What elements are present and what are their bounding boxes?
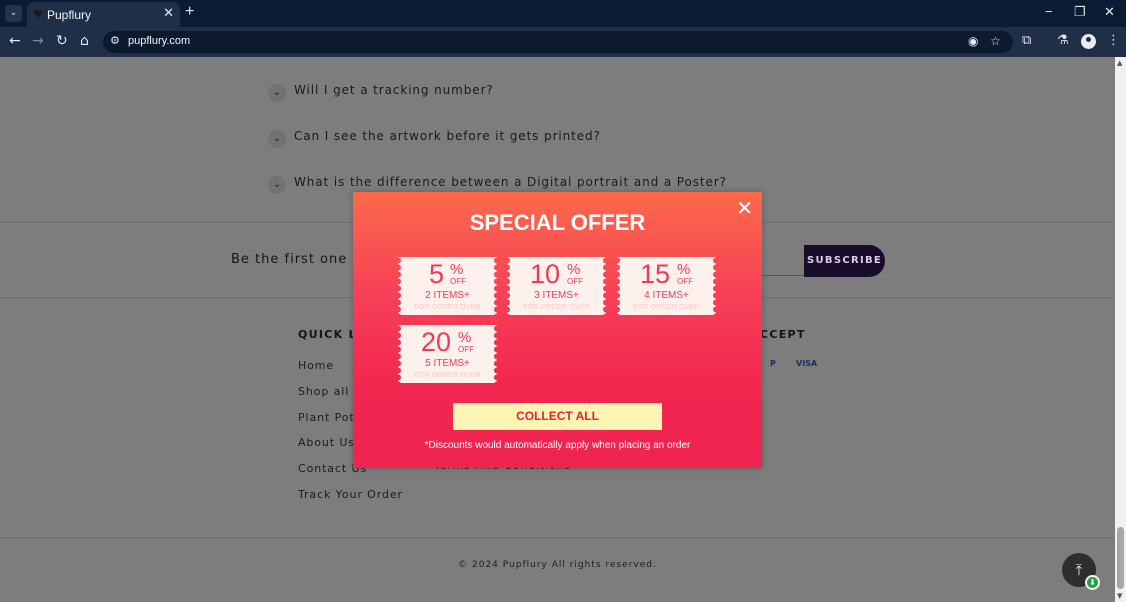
special-offer-popup: ✕ SPECIAL OFFER 5 % OFF 2 ITEMS+ FOR ORD… xyxy=(353,192,762,468)
coupon-items: 4 ITEMS+ xyxy=(644,290,689,301)
chevron-down-icon: ⌄ xyxy=(268,130,286,148)
percent-symbol: % xyxy=(458,329,472,346)
coupon-card[interactable]: 5 % OFF 2 ITEMS+ FOR ORDER OVER xyxy=(398,257,497,315)
coupon-percent: 10 xyxy=(530,259,561,289)
footer-link-home[interactable]: Home xyxy=(298,359,334,372)
menu-kebab-icon[interactable]: ⋮ xyxy=(1107,33,1120,48)
footer-link-plant-pot[interactable]: Plant Pot xyxy=(298,411,355,424)
forward-arrow-icon[interactable]: → xyxy=(32,33,44,49)
coupon-condition: FOR ORDER OVER xyxy=(414,372,481,379)
coupon-card[interactable]: 10 % OFF 3 ITEMS+ FOR ORDER OVER xyxy=(507,257,606,315)
percent-symbol: % xyxy=(450,261,464,278)
footer-link-shop-all[interactable]: Shop all xyxy=(298,385,349,398)
window-close-button[interactable]: ✕ xyxy=(1104,4,1115,20)
profile-avatar-icon[interactable] xyxy=(1081,34,1096,49)
tab-search-button[interactable]: ⌄ xyxy=(5,5,22,22)
subscribe-button[interactable]: SUBSCRIBE xyxy=(804,245,885,277)
coupon-card[interactable]: 20 % OFF 5 ITEMS+ FOR ORDER OVER xyxy=(398,325,497,383)
chevron-down-icon: ⌄ xyxy=(268,84,286,102)
new-tab-button[interactable]: + xyxy=(185,3,194,21)
page-scrollbar[interactable]: ▲ ▼ xyxy=(1115,57,1126,602)
coupon-off-label: OFF xyxy=(677,277,693,286)
scrollbar-thumb[interactable] xyxy=(1117,527,1124,589)
visa-icon: VISA xyxy=(796,359,818,368)
coupon-condition: FOR ORDER OVER xyxy=(523,304,590,311)
browser-toolbar: ← → ↻ ⌂ ⚙ pupflury.com ◉ ☆ ⧉ ⚗ ⋮ xyxy=(0,27,1126,57)
browser-tab-bar: ⌄ ♥ Pupflury ✕ + − ❐ ✕ xyxy=(0,0,1126,27)
page-content: ⌄ Will I get a tracking number? ⌄ Can I … xyxy=(0,57,1115,602)
footer-link-about-us[interactable]: About Us xyxy=(298,436,355,449)
site-info-icon[interactable]: ⚙ xyxy=(110,34,120,47)
home-icon[interactable]: ⌂ xyxy=(80,33,89,49)
coupon-percent: 15 xyxy=(640,259,671,289)
browser-tab[interactable]: ♥ Pupflury ✕ xyxy=(27,2,180,27)
bookmark-star-icon[interactable]: ☆ xyxy=(990,34,1001,48)
chevron-down-icon: ⌄ xyxy=(268,176,286,194)
footer-link-track-order[interactable]: Track Your Order xyxy=(298,488,403,501)
heart-favicon-icon: ♥ xyxy=(33,8,43,21)
percent-symbol: % xyxy=(567,261,581,278)
eye-off-icon[interactable]: ◉ xyxy=(968,34,978,48)
faq-question[interactable]: Can I see the artwork before it gets pri… xyxy=(294,129,601,143)
extensions-icon[interactable]: ⧉ xyxy=(1022,33,1031,48)
chat-widget-icon[interactable]: ⬇ xyxy=(1085,575,1100,590)
coupon-card[interactable]: 15 % OFF 4 ITEMS+ FOR ORDER OVER xyxy=(617,257,716,315)
coupon-off-label: OFF xyxy=(458,345,474,354)
faq-question[interactable]: What is the difference between a Digital… xyxy=(294,175,727,189)
copyright-text: © 2024 Pupflury All rights reserved. xyxy=(458,560,657,570)
minimize-button[interactable]: − xyxy=(1045,4,1053,19)
faq-question[interactable]: Will I get a tracking number? xyxy=(294,83,494,97)
address-bar[interactable]: ⚙ pupflury.com ◉ ☆ xyxy=(103,31,1013,53)
we-accept-heading: CCEPT xyxy=(760,328,806,341)
discount-note: *Discounts would automatically apply whe… xyxy=(424,440,691,451)
coupon-percent: 20 xyxy=(421,327,452,357)
labs-flask-icon[interactable]: ⚗ xyxy=(1057,33,1069,48)
coupon-off-label: OFF xyxy=(450,277,466,286)
paypal-icon: P xyxy=(770,359,776,368)
coupon-condition: FOR ORDER OVER xyxy=(414,304,481,311)
tab-title: Pupflury xyxy=(47,8,92,22)
coupon-items: 5 ITEMS+ xyxy=(425,358,470,369)
restore-button[interactable]: ❐ xyxy=(1074,4,1086,20)
section-divider xyxy=(0,537,1115,538)
percent-symbol: % xyxy=(677,261,691,278)
coupon-items: 3 ITEMS+ xyxy=(534,290,579,301)
collect-all-button[interactable]: COLLECT ALL xyxy=(453,403,662,430)
tab-close-icon[interactable]: ✕ xyxy=(163,6,174,21)
coupon-condition: FOR ORDER OVER xyxy=(633,304,700,311)
url-text[interactable]: pupflury.com xyxy=(128,35,190,47)
reload-icon[interactable]: ↻ xyxy=(56,33,68,49)
coupon-off-label: OFF xyxy=(567,277,583,286)
scroll-down-arrow-icon[interactable]: ▼ xyxy=(1117,592,1122,600)
popup-title: SPECIAL OFFER xyxy=(469,210,646,235)
coupon-percent: 5 xyxy=(429,259,445,289)
coupon-items: 2 ITEMS+ xyxy=(425,290,470,301)
back-arrow-icon[interactable]: ← xyxy=(9,33,21,49)
scroll-up-arrow-icon[interactable]: ▲ xyxy=(1117,59,1122,67)
